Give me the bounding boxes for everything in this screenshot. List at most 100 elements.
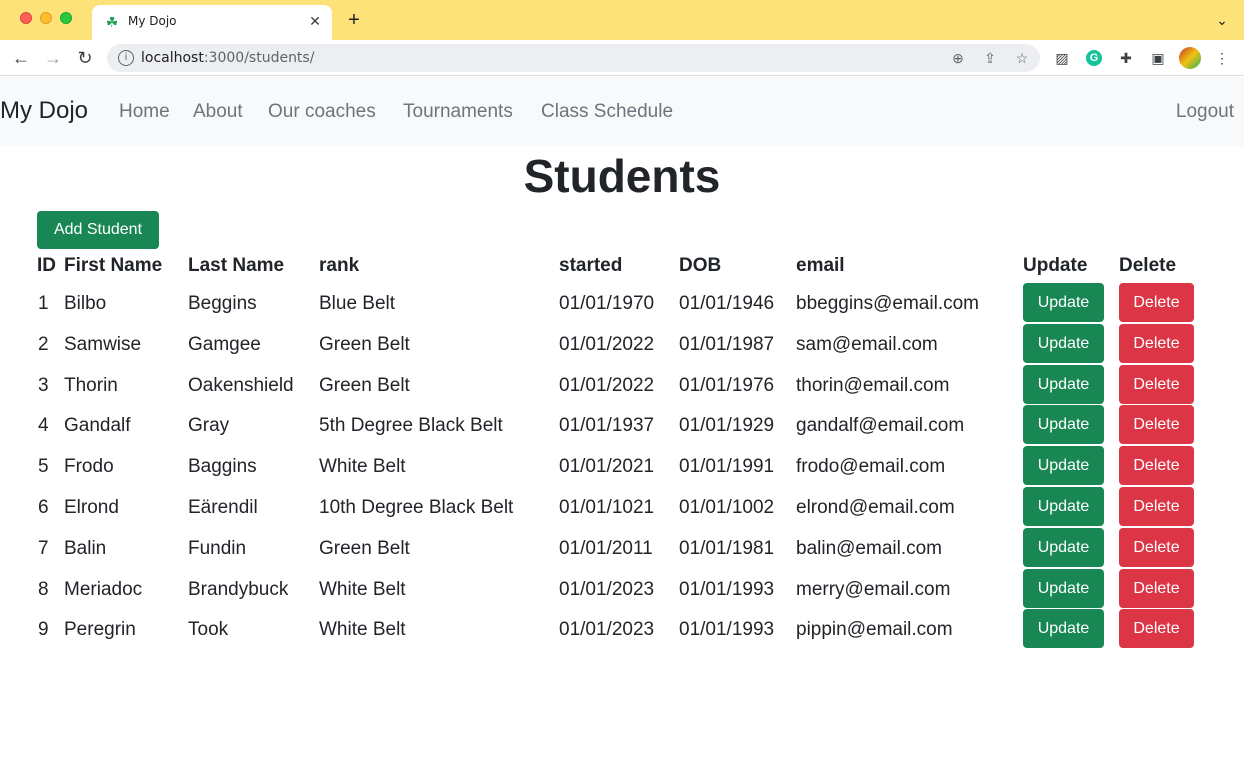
update-button[interactable]: Update: [1023, 324, 1104, 363]
cell-id: 1: [38, 293, 49, 314]
address-bar[interactable]: i localhost:3000/students/ ⊕ ⇪ ☆: [107, 44, 1040, 72]
cell-email: pippin@email.com: [796, 619, 953, 640]
table-row: 2 Samwise Gamgee Green Belt 01/01/2022 01/01/…: [0, 324, 1244, 365]
delete-button[interactable]: Delete: [1119, 446, 1194, 485]
delete-button[interactable]: Delete: [1119, 405, 1194, 444]
site-navbar: My Dojo Home About Our coaches Tournamen…: [0, 77, 1244, 146]
cell-dob: 01/01/1991: [679, 456, 775, 477]
table-row: 6 Elrond Eärendil 10th Degree Black Belt 01/…: [0, 487, 1244, 528]
cell-rank: White Belt: [319, 619, 406, 640]
cell-first-name: Elrond: [64, 497, 119, 518]
add-student-button[interactable]: Add Student: [37, 211, 159, 249]
cell-email: thorin@email.com: [796, 375, 950, 396]
window-close-button[interactable]: [20, 12, 32, 24]
url-path: :3000/students/: [203, 50, 315, 66]
cell-last-name: Beggins: [188, 293, 257, 314]
browser-tab[interactable]: ☘ My Dojo ✕: [92, 5, 332, 40]
window-maximize-button[interactable]: [60, 12, 72, 24]
close-icon[interactable]: ✕: [306, 12, 324, 30]
puzzle-icon[interactable]: ✚: [1116, 48, 1136, 68]
cell-id: 7: [38, 538, 49, 559]
cell-last-name: Took: [188, 619, 229, 640]
cell-id: 9: [38, 619, 49, 640]
delete-button[interactable]: Delete: [1119, 528, 1194, 567]
cell-last-name: Oakenshield: [188, 375, 294, 396]
cell-dob: 01/01/1987: [679, 334, 775, 355]
back-arrow-icon[interactable]: ←: [9, 46, 33, 70]
update-button[interactable]: Update: [1023, 569, 1104, 608]
window-minimize-button[interactable]: [40, 12, 52, 24]
cell-email: gandalf@email.com: [796, 415, 965, 436]
delete-button[interactable]: Delete: [1119, 283, 1194, 322]
cell-started: 01/01/2022: [559, 334, 655, 355]
delete-button[interactable]: Delete: [1119, 324, 1194, 363]
table-row: 1 Bilbo Beggins Blue Belt 01/01/1970 01/01/19…: [0, 283, 1244, 324]
update-button[interactable]: Update: [1023, 405, 1104, 444]
cell-first-name: Thorin: [64, 375, 118, 396]
delete-button[interactable]: Delete: [1119, 569, 1194, 608]
cell-dob: 01/01/1929: [679, 415, 775, 436]
delete-button[interactable]: Delete: [1119, 365, 1194, 404]
cell-id: 2: [38, 334, 49, 355]
cell-email: elrond@email.com: [796, 497, 955, 518]
cell-dob: 01/01/1002: [679, 497, 775, 518]
sidebar-icon[interactable]: ▣: [1148, 48, 1168, 68]
header-first-name: First Name: [64, 255, 163, 276]
header-started: started: [559, 255, 623, 276]
update-button[interactable]: Update: [1023, 283, 1104, 322]
cell-dob: 01/01/1976: [679, 375, 775, 396]
cell-id: 3: [38, 375, 49, 396]
avatar[interactable]: [1179, 47, 1201, 69]
cell-last-name: Brandybuck: [188, 579, 289, 600]
cell-last-name: Gray: [188, 415, 230, 436]
table-row: 7 Balin Fundin Green Belt 01/01/2011 01/01/19…: [0, 528, 1244, 569]
cell-first-name: Bilbo: [64, 293, 107, 314]
nav-link-home[interactable]: Home: [119, 101, 170, 123]
update-button[interactable]: Update: [1023, 446, 1104, 485]
share-icon[interactable]: ⇪: [980, 48, 1000, 68]
cell-first-name: Balin: [64, 538, 107, 559]
cell-dob: 01/01/1946: [679, 293, 775, 314]
cell-started: 01/01/2023: [559, 619, 655, 640]
cell-first-name: Meriadoc: [64, 579, 143, 600]
table-row: 4 Gandalf Gray 5th Degree Black Belt 01/01/1…: [0, 405, 1244, 446]
star-icon[interactable]: ☆: [1012, 48, 1032, 68]
cell-rank: 5th Degree Black Belt: [319, 415, 503, 436]
cell-started: 01/01/2021: [559, 456, 655, 477]
reload-icon[interactable]: ↻: [73, 46, 97, 70]
extension-icon[interactable]: ▨: [1052, 48, 1072, 68]
logout-link[interactable]: Logout: [1176, 101, 1234, 123]
delete-button[interactable]: Delete: [1119, 609, 1194, 648]
update-button[interactable]: Update: [1023, 487, 1104, 526]
shamrock-icon: ☘: [105, 14, 119, 30]
cell-last-name: Gamgee: [188, 334, 261, 355]
cell-started: 01/01/1970: [559, 293, 655, 314]
cell-email: sam@email.com: [796, 334, 938, 355]
delete-button[interactable]: Delete: [1119, 487, 1194, 526]
new-tab-button[interactable]: +: [342, 8, 366, 32]
chevron-down-icon[interactable]: ⌄: [1212, 10, 1232, 30]
cell-last-name: Eärendil: [188, 497, 258, 518]
nav-link-class-schedule[interactable]: Class Schedule: [541, 101, 673, 123]
brand-link[interactable]: My Dojo: [0, 97, 88, 125]
update-button[interactable]: Update: [1023, 365, 1104, 404]
update-button[interactable]: Update: [1023, 609, 1104, 648]
cell-email: merry@email.com: [796, 579, 951, 600]
header-update: Update: [1023, 255, 1088, 276]
nav-link-about[interactable]: About: [193, 101, 243, 123]
cell-dob: 01/01/1993: [679, 579, 775, 600]
update-button[interactable]: Update: [1023, 528, 1104, 567]
grammarly-icon[interactable]: G: [1086, 50, 1102, 66]
cell-dob: 01/01/1981: [679, 538, 775, 559]
more-menu-icon[interactable]: ⋮: [1212, 48, 1232, 68]
cell-first-name: Gandalf: [64, 415, 131, 436]
table-row: 5 Frodo Baggins White Belt 01/01/2021 01/01/1…: [0, 446, 1244, 487]
nav-link-coaches[interactable]: Our coaches: [268, 101, 376, 123]
nav-link-tournaments[interactable]: Tournaments: [403, 101, 513, 123]
info-icon[interactable]: i: [118, 50, 134, 66]
cell-id: 4: [38, 415, 49, 436]
cell-rank: White Belt: [319, 579, 406, 600]
zoom-icon[interactable]: ⊕: [948, 48, 968, 68]
forward-arrow-icon[interactable]: →: [41, 46, 65, 70]
cell-last-name: Baggins: [188, 456, 257, 477]
